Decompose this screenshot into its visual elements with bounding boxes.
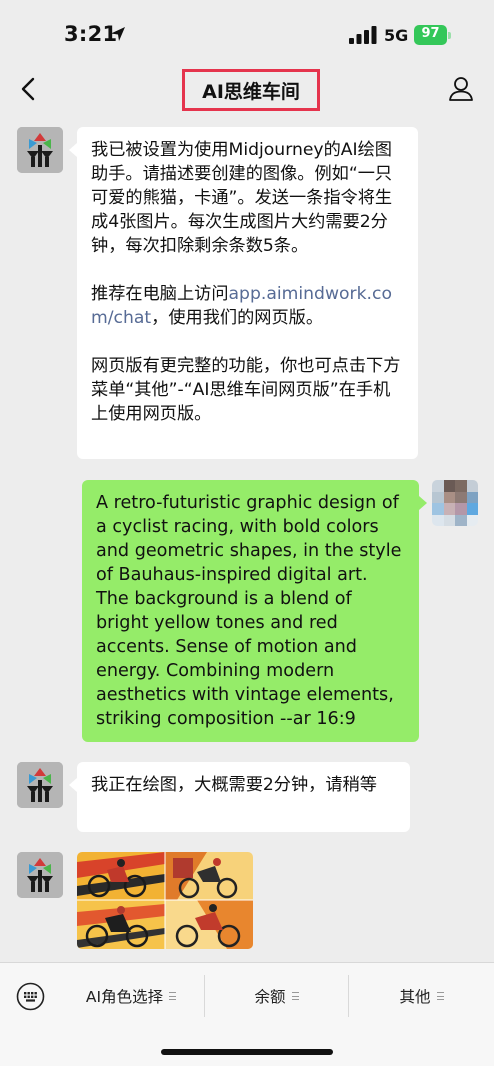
bot-avatar[interactable] (17, 762, 63, 808)
home-indicator (161, 1049, 333, 1055)
cyclist-artwork-image (77, 852, 253, 949)
menu-list-icon (436, 992, 444, 1000)
menu-list-icon (169, 992, 177, 1000)
bot-message-intro[interactable]: 我已被设置为使用Midjourney的AI绘图助手。请描述要创建的图像。例如“一… (77, 127, 418, 459)
menu-other[interactable]: 其他 (349, 973, 494, 1019)
bot-avatar[interactable] (17, 127, 63, 173)
bot-logo-icon (17, 127, 63, 173)
back-chevron-icon[interactable] (14, 74, 44, 104)
nav-bar: AI思维车间 (0, 62, 494, 118)
menu-ai-role-label: AI角色选择 (85, 988, 164, 1006)
bot-message-wait[interactable]: 我正在绘图，大概需要2分钟，请稍等 (77, 762, 410, 832)
bot-logo-icon (17, 762, 63, 808)
intro-p2-prefix: 推荐在电脑上访问 (91, 284, 229, 304)
bubble-tail (69, 143, 77, 157)
battery-level: 97 (421, 26, 440, 41)
menu-balance-label: 余额 (254, 988, 286, 1006)
intro-paragraph-2: 推荐在电脑上访问app.aimindwork.com/chat，使用我们的网页版… (91, 282, 404, 330)
intro-paragraph-1: 我已被设置为使用Midjourney的AI绘图助手。请描述要创建的图像。例如“一… (91, 140, 393, 256)
intro-paragraph-3: 网页版有更完整的功能，你也可点击下方菜单“其他”-“AI思维车间网页版”在手机上… (91, 356, 401, 424)
keyboard-icon[interactable] (16, 982, 45, 1011)
intro-p2-suffix: ，使用我们的网页版。 (151, 308, 324, 328)
person-icon[interactable] (446, 74, 476, 104)
chat-title: AI思维车间 (202, 80, 300, 103)
bot-avatar[interactable] (17, 852, 63, 898)
menu-ai-role[interactable]: AI角色选择 (58, 973, 204, 1019)
battery-icon: 97 (414, 25, 451, 45)
bubble-tail (419, 496, 427, 510)
menu-other-label: 其他 (399, 988, 431, 1006)
generated-image-grid[interactable] (77, 852, 253, 949)
pixelated-avatar-icon (432, 480, 478, 526)
network-type: 5G (384, 26, 409, 45)
user-prompt-text: A retro-futuristic graphic design of a c… (96, 493, 402, 729)
bot-logo-icon (17, 852, 63, 898)
menu-balance[interactable]: 余额 (205, 973, 348, 1019)
wait-text: 我正在绘图，大概需要2分钟，请稍等 (91, 775, 377, 795)
menu-list-icon (291, 992, 299, 1000)
chat-title-highlight: AI思维车间 (182, 69, 320, 111)
bubble-tail (69, 778, 77, 792)
user-message-prompt[interactable]: A retro-futuristic graphic design of a c… (82, 480, 419, 742)
user-avatar[interactable] (432, 480, 478, 526)
status-bar: 3:21 5G 97 (0, 0, 494, 62)
signal-icon (349, 26, 377, 44)
location-arrow-icon (111, 27, 125, 41)
